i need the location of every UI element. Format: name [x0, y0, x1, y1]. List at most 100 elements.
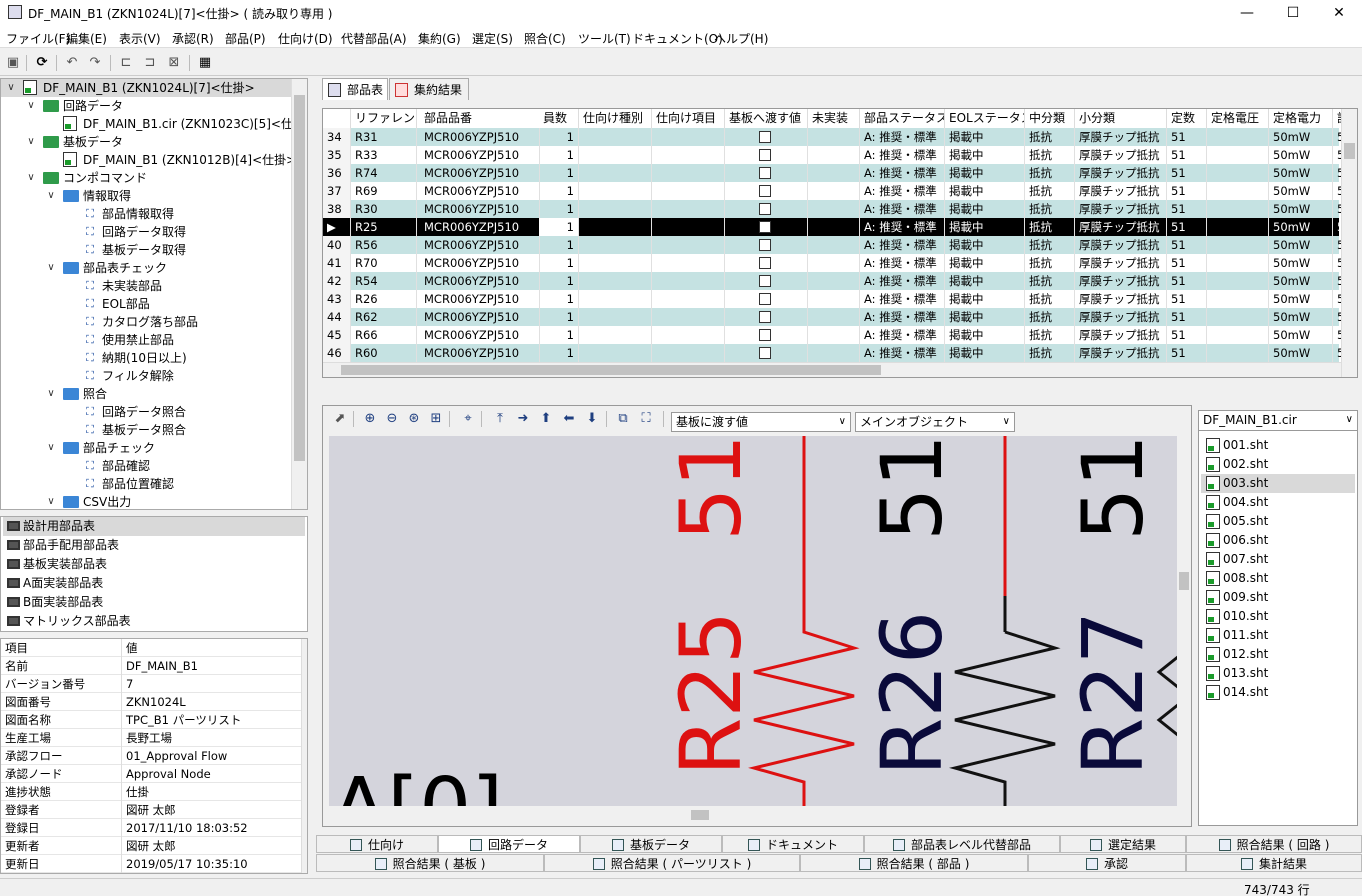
menu-view[interactable]: 表示(V) — [119, 30, 161, 47]
table-cell[interactable] — [652, 308, 725, 326]
table-cell[interactable]: A: 推奨・標準 — [860, 146, 945, 164]
table-cell[interactable]: 掲載中 — [945, 218, 1025, 236]
menu-destination[interactable]: 仕向け(D) — [278, 30, 333, 47]
menu-documents[interactable]: ドキュメント(O) — [632, 30, 723, 47]
table-cell[interactable]: R26 — [351, 290, 417, 308]
onboard-checkbox[interactable] — [759, 239, 771, 251]
table-cell[interactable]: 51 — [1167, 326, 1207, 344]
table-cell[interactable] — [652, 146, 725, 164]
table-cell[interactable]: A: 推奨・標準 — [860, 344, 945, 362]
table-cell[interactable]: 51 — [1167, 272, 1207, 290]
bottom-tab[interactable]: 照合結果 ( パーツリスト ) — [544, 854, 800, 872]
bom-type-item[interactable]: マトリックス部品表 — [3, 612, 305, 631]
column-header[interactable]: 仕向け種別 — [579, 109, 652, 128]
table-row[interactable]: ▶ R25 MCR006YZPJ510 1 A: 推奨・標準 掲載中 抵抗 厚膜チップ抵抗 51… — [323, 218, 1353, 236]
table-row[interactable]: 45 R66 MCR006YZPJ510 1 A: 推奨・標準 掲載中 抵抗 厚膜チップ抵抗 5… — [323, 326, 1353, 344]
property-row[interactable]: 図面番号 ZKN1024L — [1, 693, 301, 711]
grid-vscroll[interactable] — [1341, 109, 1357, 377]
column-header[interactable]: EOLステータス — [945, 109, 1025, 128]
table-cell[interactable]: 抵抗 — [1025, 308, 1075, 326]
undo-icon[interactable]: ↶ — [63, 54, 81, 72]
property-row[interactable]: 承認ノード Approval Node — [1, 765, 301, 783]
table-cell[interactable]: 掲載中 — [945, 326, 1025, 344]
table-cell[interactable]: 抵抗 — [1025, 146, 1075, 164]
table-cell[interactable]: 51 — [1167, 146, 1207, 164]
table-cell[interactable] — [579, 218, 652, 236]
sheet-item[interactable]: 009.sht — [1201, 588, 1341, 607]
onboard-checkbox[interactable] — [759, 167, 771, 179]
bom-type-item[interactable]: B面実装部品表 — [3, 593, 305, 612]
property-row[interactable]: 承認フロー 01_Approval Flow — [1, 747, 301, 765]
table-cell[interactable]: MCR006YZPJ510 — [420, 290, 540, 308]
table-cell[interactable] — [808, 272, 860, 290]
property-row[interactable]: 図面名称 TPC_B1 パーツリスト — [1, 711, 301, 729]
bottom-tab[interactable]: ドキュメント — [722, 835, 864, 853]
onboard-checkbox[interactable] — [759, 347, 771, 359]
table-cell[interactable] — [652, 200, 725, 218]
table-cell[interactable]: A: 推奨・標準 — [860, 272, 945, 290]
table-cell[interactable]: 厚膜チップ抵抗 — [1075, 326, 1167, 344]
onboard-checkbox[interactable] — [759, 203, 771, 215]
table-row[interactable]: 34 R31 MCR006YZPJ510 1 A: 推奨・標準 掲載中 抵抗 厚膜チップ抵抗 5… — [323, 128, 1353, 146]
table-cell[interactable] — [808, 290, 860, 308]
table-cell[interactable]: MCR006YZPJ510 — [420, 200, 540, 218]
table-cell[interactable] — [1207, 308, 1269, 326]
sheet-item[interactable]: 006.sht — [1201, 531, 1341, 550]
table-cell[interactable] — [725, 218, 808, 236]
column-header[interactable]: 定格電圧 — [1207, 109, 1269, 128]
onboard-checkbox[interactable] — [759, 131, 771, 143]
table-cell[interactable] — [579, 128, 652, 146]
table-cell[interactable]: 掲載中 — [945, 272, 1025, 290]
onboard-checkbox[interactable] — [759, 329, 771, 341]
table-cell[interactable]: 1 — [539, 182, 579, 200]
table-cell[interactable]: 51 — [1167, 344, 1207, 362]
table-cell[interactable] — [652, 272, 725, 290]
table-cell[interactable]: MCR006YZPJ510 — [420, 272, 540, 290]
table-cell[interactable] — [725, 326, 808, 344]
table-cell[interactable] — [1207, 218, 1269, 236]
tree-scrollbar[interactable] — [291, 79, 307, 509]
bottom-tab[interactable]: 部品表レベル代替部品 — [864, 835, 1060, 853]
row-number[interactable]: 37 — [323, 182, 351, 200]
fullscreen-icon[interactable]: ⛶ — [637, 410, 655, 428]
table-cell[interactable]: 51 — [1167, 200, 1207, 218]
column-header[interactable]: 部品品番 — [420, 109, 540, 128]
table-cell[interactable]: A: 推奨・標準 — [860, 308, 945, 326]
table-cell[interactable]: 厚膜チップ抵抗 — [1075, 164, 1167, 182]
table-cell[interactable]: R30 — [351, 200, 417, 218]
table-cell[interactable] — [808, 236, 860, 254]
property-row[interactable]: バージョン番号 7 — [1, 675, 301, 693]
table-cell[interactable]: 51 — [1167, 128, 1207, 146]
zoom-out-icon[interactable]: ⊖ — [383, 410, 401, 428]
sheet-item[interactable]: 012.sht — [1201, 645, 1341, 664]
table-cell[interactable]: 抵抗 — [1025, 200, 1075, 218]
table-cell[interactable] — [652, 290, 725, 308]
zoom-area-icon[interactable]: ⊛ — [405, 410, 423, 428]
table-cell[interactable]: A: 推奨・標準 — [860, 254, 945, 272]
table-cell[interactable]: 50mW — [1269, 308, 1333, 326]
object-combo[interactable]: メインオブジェクト ∨ — [855, 412, 1015, 432]
table-cell[interactable]: A: 推奨・標準 — [860, 164, 945, 182]
viewer-hscroll[interactable] — [329, 808, 1179, 822]
table-cell[interactable]: 1 — [539, 128, 579, 146]
sheet-item[interactable]: 001.sht — [1201, 436, 1341, 455]
bottom-tab[interactable]: 照合結果 ( 部品 ) — [800, 854, 1028, 872]
table-cell[interactable]: 50mW — [1269, 200, 1333, 218]
value-combo[interactable]: 基板に渡す値 ∨ — [671, 412, 851, 432]
table-cell[interactable]: 50mW — [1269, 164, 1333, 182]
table-cell[interactable]: R25 — [351, 218, 417, 236]
close-button[interactable]: ✕ — [1316, 0, 1362, 26]
table-cell[interactable] — [1207, 254, 1269, 272]
table-cell[interactable]: 51 — [1167, 236, 1207, 254]
table-cell[interactable]: 抵抗 — [1025, 182, 1075, 200]
arrow-left-icon[interactable]: ⬅ — [560, 410, 578, 428]
menu-help[interactable]: ヘルプ(H) — [714, 30, 768, 47]
sheet-item[interactable]: 008.sht — [1201, 569, 1341, 588]
bottom-tab[interactable]: 回路データ — [438, 835, 580, 853]
column-header[interactable]: 仕向け項目 — [652, 109, 725, 128]
onboard-checkbox[interactable] — [759, 149, 771, 161]
save-icon[interactable]: ▣ — [4, 54, 22, 72]
table-row[interactable]: 37 R69 MCR006YZPJ510 1 A: 推奨・標準 掲載中 抵抗 厚膜チップ抵抗 5… — [323, 182, 1353, 200]
table-cell[interactable] — [579, 290, 652, 308]
table-cell[interactable]: 51 — [1167, 254, 1207, 272]
